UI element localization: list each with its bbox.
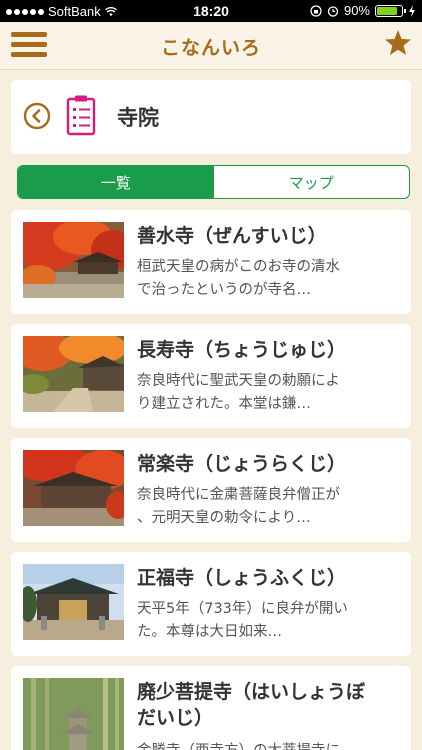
tab-map[interactable]: マップ (214, 166, 410, 198)
item-title: 長寿寺（ちょうじゅじ） (137, 339, 347, 361)
category-header: 寺院 (11, 80, 411, 154)
item-title: 正福寺（しょうふくじ） (137, 567, 347, 589)
alarm-icon (327, 5, 339, 17)
list-item[interactable]: 長寿寺（ちょうじゅじ） 奈良時代に聖武天皇の勅願によ り建立された。本堂は鎌… (11, 324, 411, 428)
rotation-lock-icon (310, 4, 322, 17)
battery-percent: 90% (343, 3, 370, 18)
hamburger-icon[interactable] (11, 32, 47, 60)
item-title: 常楽寺（じょうらくじ） (137, 453, 347, 475)
back-circle-icon[interactable] (23, 102, 51, 130)
clipboard-icon (66, 95, 96, 136)
signal-strength-icon (6, 8, 44, 15)
category-title: 寺院 (117, 106, 159, 130)
item-desc-line: 天平5年（733年）に良弁が開い (137, 601, 348, 617)
item-description: 奈良時代に金粛菩薩良弁僧正が 、元明天皇の勅令により… (137, 484, 399, 530)
list-item[interactable]: 善水寺（ぜんすいじ） 桓武天皇の病がこのお寺の清水 で治ったというのが寺名… (11, 210, 411, 314)
item-description: 金勝寺（西寺方）の大菩提寺に (137, 740, 399, 750)
item-title-line: 廃少菩提寺（はいしょうぼ (137, 681, 366, 703)
item-title: 善水寺（ぜんすいじ） (137, 225, 327, 247)
item-description: 天平5年（733年）に良弁が開い た。本尊は大日如来… (137, 598, 399, 644)
status-left: SoftBank (6, 4, 117, 19)
item-title: 廃少菩提寺（はいしょうぼ だいじ） (137, 679, 399, 731)
item-desc-line: た。本尊は大日如来… (137, 624, 282, 640)
item-desc-line: で治ったというのが寺名… (137, 282, 311, 298)
item-description: 桓武天皇の病がこのお寺の清水 で治ったというのが寺名… (137, 256, 399, 302)
view-toggle: 一覧 マップ (17, 165, 410, 199)
temple-photo (23, 336, 124, 412)
list-item[interactable]: 常楽寺（じょうらくじ） 奈良時代に金粛菩薩良弁僧正が 、元明天皇の勅令により… (11, 438, 411, 542)
status-right: 90% (310, 3, 416, 18)
charging-icon (409, 4, 415, 17)
tab-list[interactable]: 一覧 (18, 166, 214, 198)
item-desc-line: り建立された。本堂は鎌… (137, 396, 311, 412)
item-desc-line: 奈良時代に聖武天皇の勅願によ (137, 373, 340, 389)
item-desc-line: 金勝寺（西寺方）の大菩提寺に (137, 740, 399, 750)
status-bar: SoftBank 18:20 90% (0, 0, 422, 22)
item-desc-line: 奈良時代に金粛菩薩良弁僧正が (137, 487, 340, 503)
temple-photo (23, 450, 124, 526)
item-title-line: だいじ） (137, 707, 214, 729)
app-title: こなんいろ (160, 37, 261, 59)
carrier-name: SoftBank (48, 4, 101, 19)
battery-icon (375, 4, 406, 17)
temple-photo (23, 222, 124, 298)
list-item[interactable]: 正福寺（しょうふくじ） 天平5年（733年）に良弁が開い た。本尊は大日如来… (11, 552, 411, 656)
item-description: 奈良時代に聖武天皇の勅願によ り建立された。本堂は鎌… (137, 370, 399, 416)
wifi-icon (104, 6, 117, 16)
temple-photo (23, 678, 124, 750)
nav-bar: こなんいろ (0, 22, 422, 70)
temple-photo (23, 564, 124, 640)
item-desc-line: 桓武天皇の病がこのお寺の清水 (137, 259, 340, 275)
star-icon[interactable] (383, 28, 413, 58)
item-desc-line: 、元明天皇の勅令により… (137, 510, 311, 526)
list-item[interactable]: 廃少菩提寺（はいしょうぼ だいじ） 金勝寺（西寺方）の大菩提寺に (11, 666, 411, 750)
